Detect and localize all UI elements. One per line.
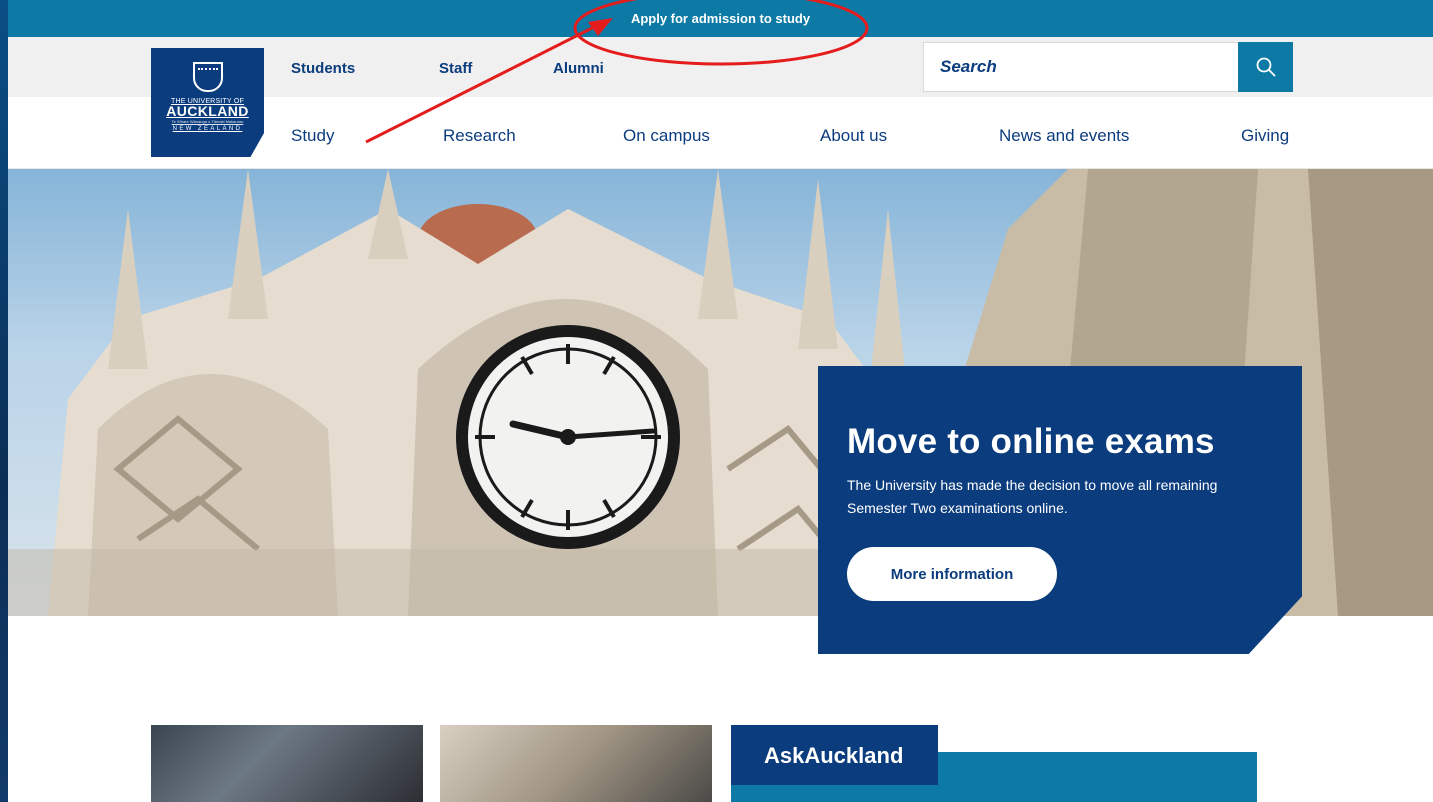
nav-students[interactable]: Students [291, 60, 355, 77]
promo-title: Move to online exams [847, 422, 1215, 461]
logo-line-2: AUCKLAND [166, 103, 249, 119]
search-icon [1256, 57, 1275, 77]
logo-line-3: Te Whare Wānanga o Tāmaki Makaurau [171, 119, 244, 124]
crest-icon [192, 62, 223, 92]
nav-about-us[interactable]: About us [820, 126, 887, 146]
search-input[interactable] [923, 42, 1239, 92]
logo-line-4: NEW ZEALAND [172, 126, 243, 132]
askauckland-title: AskAuckland [731, 725, 938, 785]
nav-research[interactable]: Research [443, 126, 516, 146]
campus-photo-card[interactable] [440, 725, 712, 802]
more-information-button[interactable]: More information [847, 547, 1057, 601]
desktop-background [0, 0, 8, 802]
browser-page: Apply for admission to study THE UNIVERS… [8, 0, 1433, 802]
nav-staff[interactable]: Staff [439, 60, 472, 77]
promo-text: The University has made the decision to … [847, 477, 1218, 516]
search-button[interactable] [1238, 42, 1293, 92]
nav-news-and-events[interactable]: News and events [999, 126, 1129, 146]
top-banner: Apply for admission to study [8, 0, 1433, 37]
nav-giving[interactable]: Giving [1241, 126, 1289, 146]
nav-alumni[interactable]: Alumni [553, 60, 604, 77]
university-logo[interactable]: THE UNIVERSITY OF AUCKLAND Te Whare Wāna… [151, 48, 264, 157]
promo-panel: Move to online exams The University has … [818, 366, 1302, 654]
students-photo-card[interactable] [151, 725, 423, 802]
nav-study[interactable]: Study [291, 126, 334, 146]
nav-on-campus[interactable]: On campus [623, 126, 710, 146]
apply-link[interactable]: Apply for admission to study [631, 11, 810, 26]
